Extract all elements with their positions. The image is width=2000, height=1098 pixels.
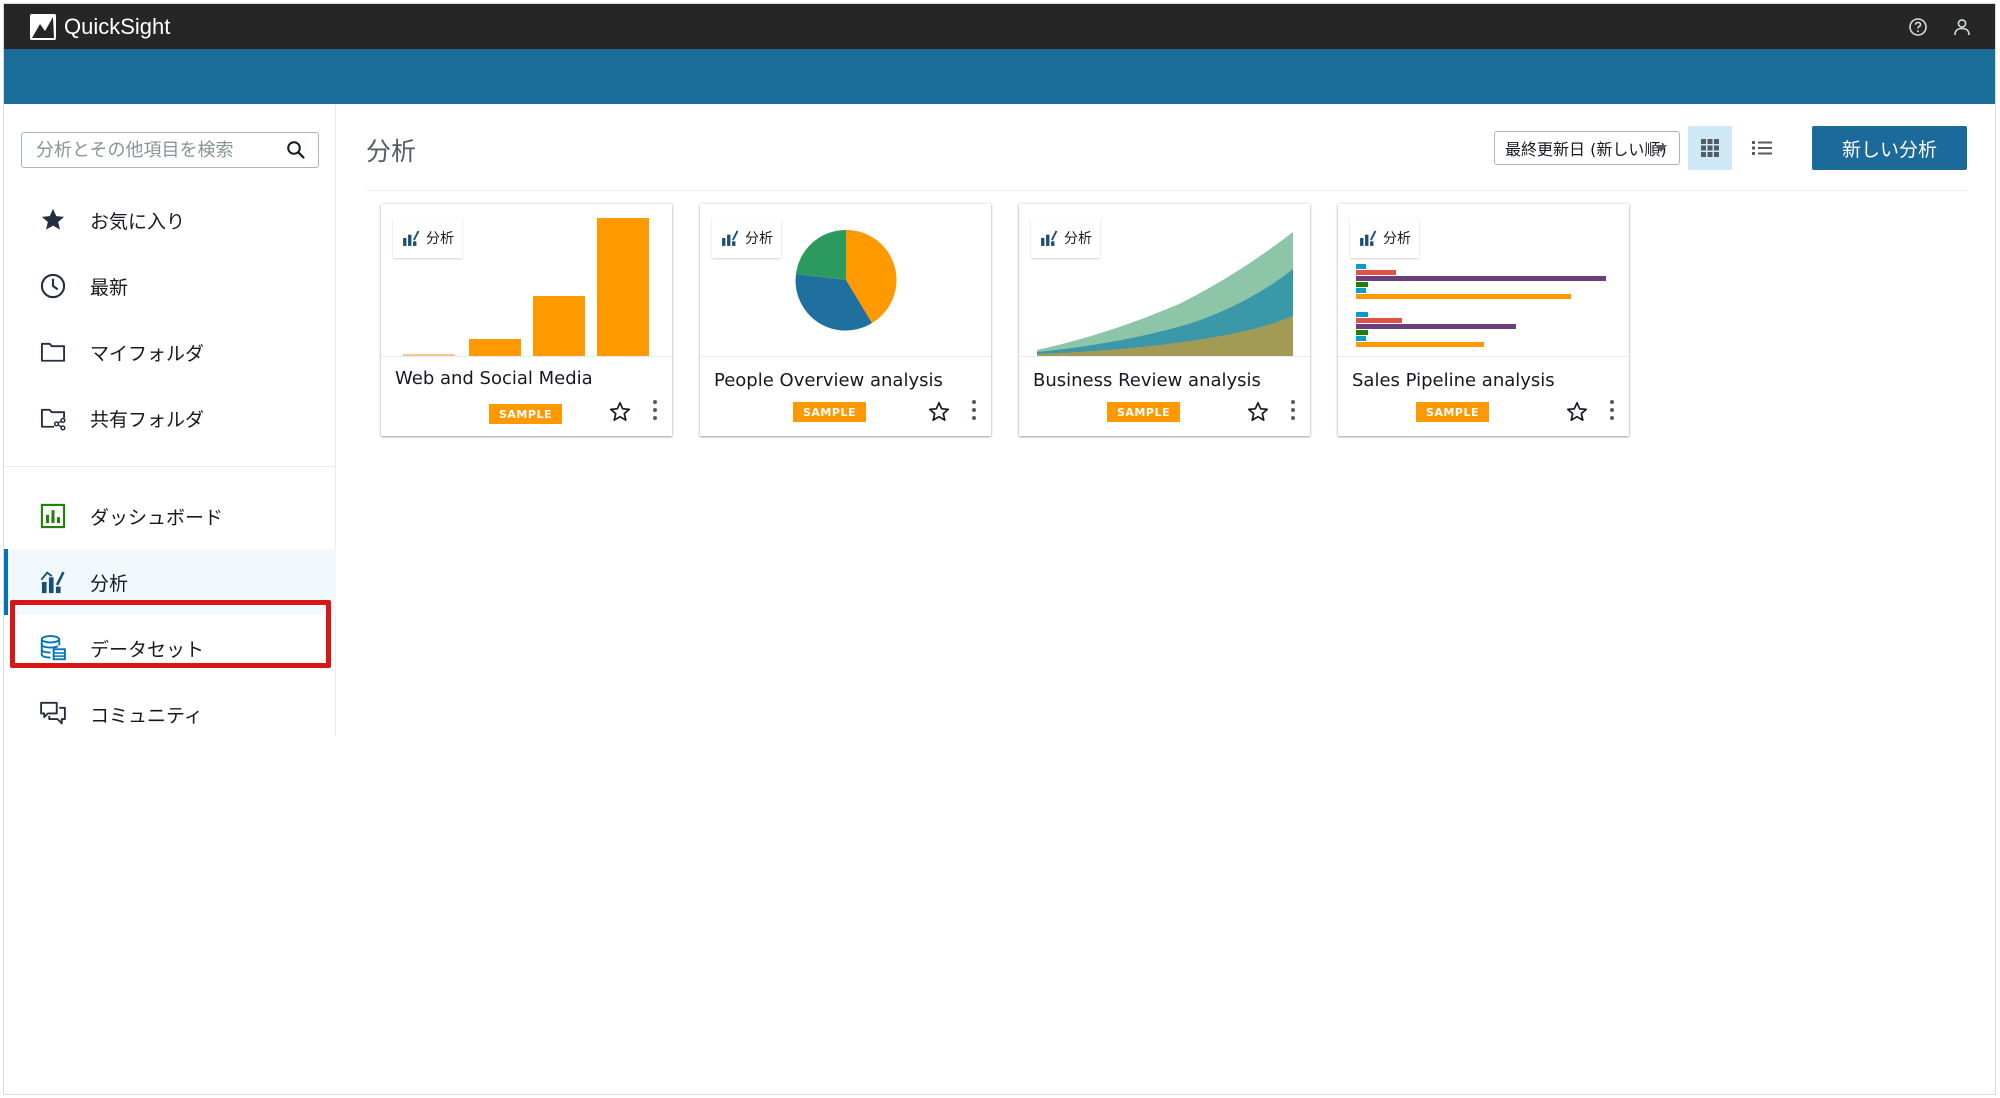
card-type-label: 分析	[1064, 231, 1092, 247]
sidebar-item-dashboards[interactable]: ダッシュボード	[4, 483, 336, 549]
card-thumbnail: 分析	[1338, 204, 1629, 357]
nav-group-assets: ダッシュボード 分析 データセット コミュニティ	[4, 466, 336, 747]
search-box	[21, 132, 319, 168]
sort-select-label: 最終更新日 (新しい順)	[1505, 140, 1667, 159]
card-type-tag: 分析	[1031, 218, 1100, 258]
app-name: QuickSight	[64, 13, 171, 39]
header-band	[4, 49, 1995, 104]
more-options-icon[interactable]	[652, 400, 658, 420]
analysis-grid: 分析 Web and Social Media SAMPLE 分析 People…	[381, 204, 1629, 436]
sidebar-item-my-folders[interactable]: マイフォルダ	[4, 319, 336, 385]
card-type-label: 分析	[745, 231, 773, 247]
more-options-icon[interactable]	[971, 400, 977, 420]
top-bar: QuickSight	[4, 4, 1995, 49]
sidebar-item-label: コミュニティ	[90, 704, 203, 727]
analysis-icon	[1360, 230, 1377, 246]
sidebar-item-label: 共有フォルダ	[90, 408, 205, 431]
main-content: 分析 最終更新日 (新しい順) 新しい分析 分析 Web and Social …	[336, 104, 1995, 1094]
card-type-tag: 分析	[712, 218, 781, 258]
page-title: 分析	[366, 137, 417, 166]
clock-icon	[36, 269, 70, 303]
star-outline-icon[interactable]	[608, 400, 632, 428]
sidebar-item-recent[interactable]: 最新	[4, 253, 336, 319]
sidebar-item-label: お気に入り	[90, 210, 186, 233]
sidebar-item-label: ダッシュボード	[90, 506, 224, 529]
help-circle-icon[interactable]	[1907, 16, 1929, 38]
star-outline-icon[interactable]	[1565, 400, 1589, 428]
sidebar-item-datasets[interactable]: データセット	[4, 615, 336, 681]
card-thumbnail: 分析	[1019, 204, 1310, 357]
card-thumbnail: 分析	[700, 204, 991, 357]
quicksight-logo-icon	[30, 13, 56, 40]
more-options-icon[interactable]	[1290, 400, 1296, 420]
sidebar-item-label: 分析	[90, 572, 129, 595]
star-outline-icon[interactable]	[927, 400, 951, 428]
analysis-icon	[36, 565, 70, 599]
dataset-icon	[36, 631, 70, 665]
card-title: Web and Social Media	[395, 368, 593, 389]
sidebar: お気に入り 最新 マイフォルダ 共有フォルダ	[4, 104, 336, 736]
toolbar: 最終更新日 (新しい順) 新しい分析	[1494, 126, 1967, 170]
user-icon[interactable]	[1951, 16, 1973, 38]
sample-badge: SAMPLE	[793, 402, 866, 422]
search-input[interactable]	[36, 139, 286, 161]
analysis-icon	[403, 230, 420, 246]
sort-select[interactable]: 最終更新日 (新しい順)	[1494, 131, 1680, 165]
card-type-tag: 分析	[1350, 218, 1419, 258]
sidebar-item-label: 最新	[90, 276, 129, 299]
brand[interactable]: QuickSight	[30, 13, 171, 40]
analysis-icon	[1041, 230, 1058, 246]
analysis-card-web-social[interactable]: 分析 Web and Social Media SAMPLE	[381, 204, 672, 436]
card-title: Business Review analysis	[1033, 370, 1261, 391]
sidebar-item-favorites[interactable]: お気に入り	[4, 187, 336, 253]
more-options-icon[interactable]	[1609, 400, 1615, 420]
dashboard-icon	[36, 499, 70, 533]
sample-badge: SAMPLE	[1107, 402, 1180, 422]
grid-icon	[1701, 139, 1719, 157]
shared-folder-icon	[36, 401, 70, 435]
list-icon	[1752, 141, 1772, 155]
card-thumbnail: 分析	[381, 204, 672, 357]
analysis-card-people-overview[interactable]: 分析 People Overview analysis SAMPLE	[700, 204, 991, 436]
sample-badge: SAMPLE	[489, 404, 562, 424]
community-icon	[36, 697, 70, 731]
divider	[366, 190, 1967, 191]
card-type-label: 分析	[1383, 231, 1411, 247]
list-view-button[interactable]	[1740, 126, 1784, 170]
nav-group-personal: お気に入り 最新 マイフォルダ 共有フォルダ	[4, 187, 336, 451]
star-outline-icon[interactable]	[1246, 400, 1270, 428]
sidebar-item-label: データセット	[90, 638, 205, 661]
card-title: People Overview analysis	[714, 370, 943, 391]
grid-view-button[interactable]	[1688, 126, 1732, 170]
new-analysis-button[interactable]: 新しい分析	[1812, 126, 1967, 170]
sidebar-item-analyses[interactable]: 分析	[4, 549, 336, 615]
search-icon[interactable]	[286, 140, 306, 164]
app-frame: QuickSight お気に入り	[3, 3, 1996, 1095]
card-type-tag: 分析	[393, 218, 462, 258]
card-title: Sales Pipeline analysis	[1352, 370, 1555, 391]
sidebar-item-label: マイフォルダ	[90, 342, 205, 365]
top-bar-actions	[1907, 4, 1973, 49]
analysis-card-business-review[interactable]: 分析 Business Review analysis SAMPLE	[1019, 204, 1310, 436]
folder-icon	[36, 335, 70, 369]
analysis-card-sales-pipeline[interactable]: 分析 Sales Pipeline analysis SAMPLE	[1338, 204, 1629, 436]
sample-badge: SAMPLE	[1416, 402, 1489, 422]
sidebar-item-community[interactable]: コミュニティ	[4, 681, 336, 747]
sidebar-item-shared-folders[interactable]: 共有フォルダ	[4, 385, 336, 451]
star-icon	[36, 203, 70, 237]
analysis-icon	[722, 230, 739, 246]
card-type-label: 分析	[426, 231, 454, 247]
caret-down-icon	[1655, 145, 1667, 152]
